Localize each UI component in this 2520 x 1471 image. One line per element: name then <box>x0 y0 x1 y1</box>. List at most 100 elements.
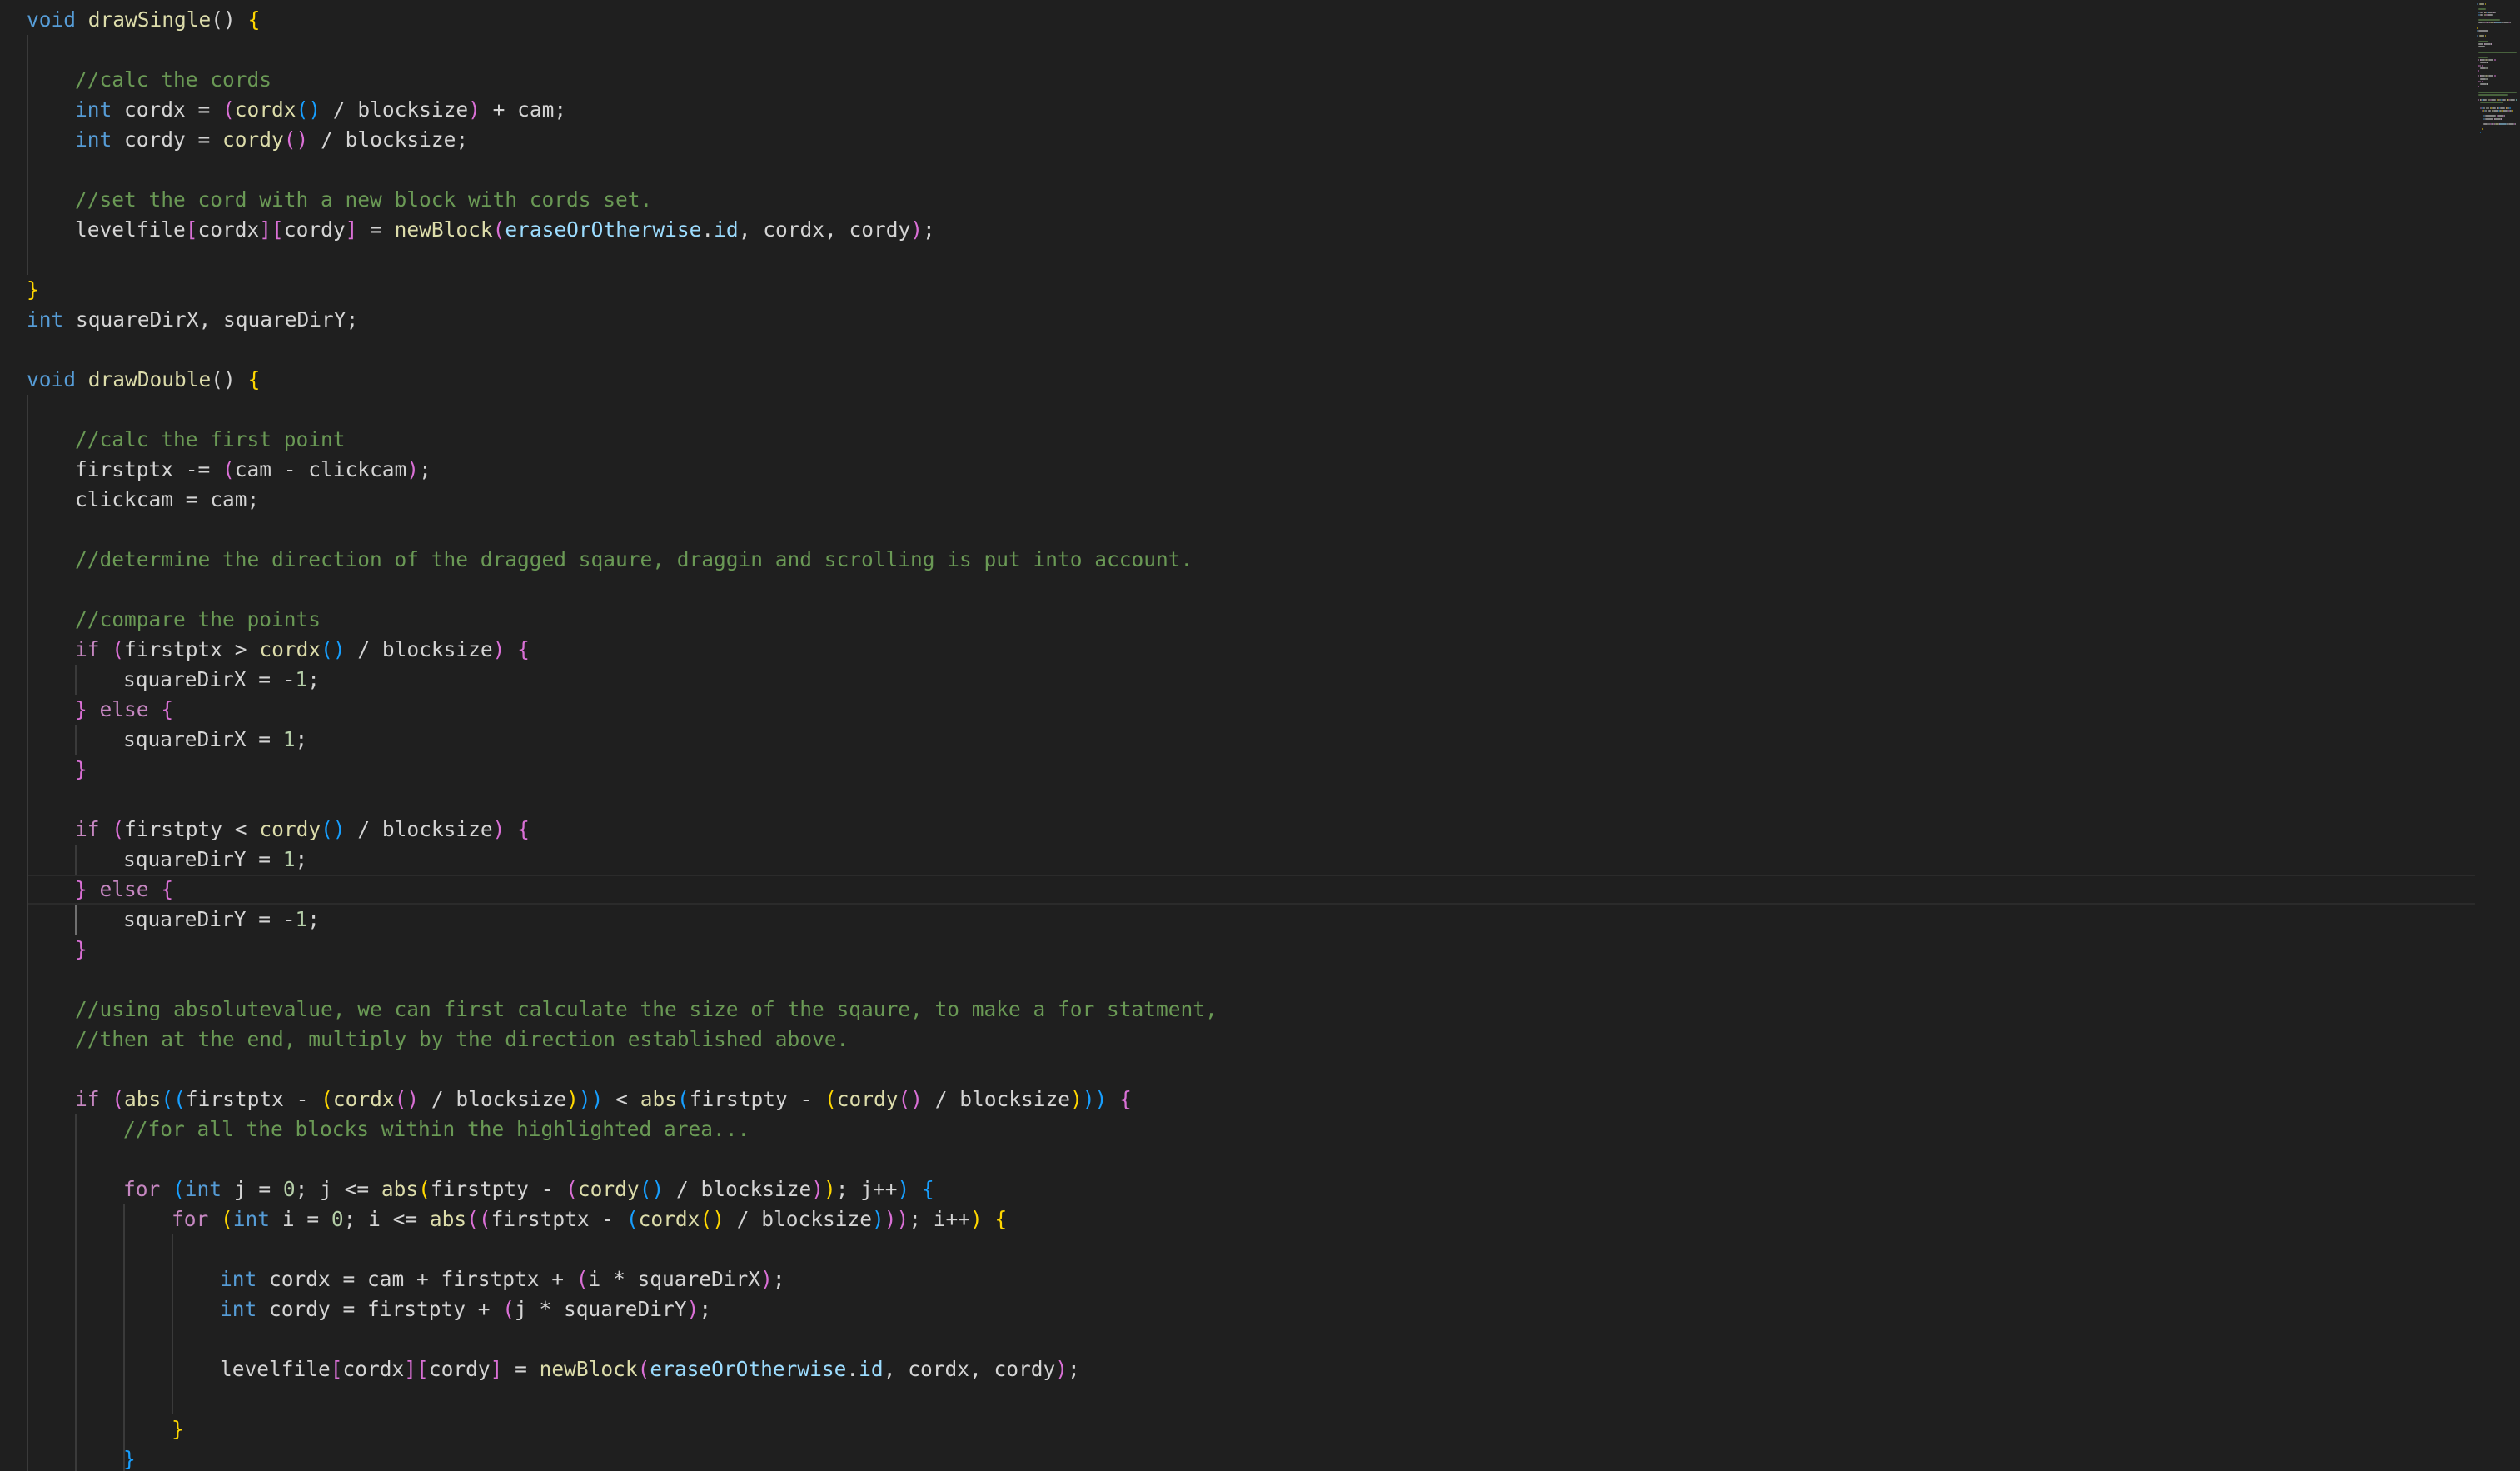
indent-guide <box>27 1384 28 1414</box>
code-token: . <box>846 1357 859 1381</box>
minimap-mark <box>2480 62 2487 64</box>
code-line[interactable]: } else { <box>27 695 2475 725</box>
indent-guide <box>27 725 28 755</box>
code-area[interactable]: void drawSingle() {//calc the cords int c… <box>27 5 2475 1471</box>
code-line[interactable]: int cordy = cordy() / blocksize; <box>27 125 2475 155</box>
indent-guide <box>75 1354 77 1384</box>
minimap-mark <box>2483 107 2486 109</box>
minimap-mark <box>2479 64 2482 67</box>
code-line[interactable]: int cordx = cam + firstptx + (i * square… <box>27 1264 2475 1294</box>
minimap[interactable] <box>2473 0 2520 1471</box>
code-line-text: int cordy = cordy() / blocksize; <box>75 125 468 155</box>
code-line[interactable]: } <box>27 755 2475 785</box>
indent-guide <box>123 1204 125 1234</box>
minimap-mark <box>2479 80 2482 82</box>
code-line[interactable]: //using absolutevalue, we can first calc… <box>27 995 2475 1025</box>
minimap-mark <box>2488 110 2491 112</box>
code-line[interactable]: } <box>27 1414 2475 1444</box>
indent-guide <box>123 1294 125 1324</box>
code-line[interactable]: if (firstptx > cordx() / blocksize) { <box>27 635 2475 665</box>
code-line[interactable]: //compare the points <box>27 605 2475 635</box>
code-line[interactable]: } <box>27 935 2475 965</box>
code-line[interactable] <box>27 35 2475 65</box>
minimap-mark <box>2478 46 2486 48</box>
code-line[interactable]: } <box>27 275 2475 305</box>
minimap-mark <box>2480 67 2486 69</box>
code-line[interactable]: int squareDirX, squareDirY; <box>27 305 2475 335</box>
code-line[interactable]: void drawDouble() { <box>27 365 2475 395</box>
code-line[interactable] <box>27 395 2475 425</box>
code-token: void <box>27 367 77 391</box>
code-line[interactable]: levelfile[cordx][cordy] = newBlock(erase… <box>27 1354 2475 1384</box>
indent-guide <box>27 1174 28 1204</box>
code-token: / blocksize <box>345 817 493 841</box>
code-token: //determine the direction of the dragged… <box>75 547 1193 571</box>
minimap-mark <box>2478 59 2480 62</box>
code-token: / blocksize <box>321 97 469 122</box>
code-line[interactable] <box>27 1234 2475 1264</box>
code-line[interactable]: levelfile[cordx][cordy] = newBlock(erase… <box>27 215 2475 245</box>
code-line[interactable] <box>27 1384 2475 1414</box>
code-line[interactable]: //set the cord with a new block with cor… <box>27 185 2475 215</box>
code-line[interactable]: for (int j = 0; j <= abs(firstpty - (cor… <box>27 1174 2475 1204</box>
code-line[interactable]: squareDirX = -1; <box>27 665 2475 695</box>
code-token: ; i++ <box>909 1207 971 1231</box>
code-line[interactable]: } else { <box>27 875 2475 905</box>
code-line[interactable]: int cordx = (cordx() / blocksize) + cam; <box>27 95 2475 125</box>
code-line[interactable] <box>27 575 2475 605</box>
minimap-mark <box>2500 107 2506 109</box>
minimap-mark <box>2484 3 2486 5</box>
code-token: ; j <= <box>295 1177 381 1201</box>
code-line[interactable]: squareDirY = -1; <box>27 905 2475 935</box>
code-line[interactable] <box>27 245 2475 275</box>
code-token: ) <box>492 817 505 841</box>
code-token: ) <box>686 1297 700 1321</box>
code-line[interactable] <box>27 155 2475 185</box>
minimap-mark <box>2486 107 2489 109</box>
code-line[interactable]: void drawSingle() { <box>27 5 2475 35</box>
code-line[interactable] <box>27 1144 2475 1174</box>
code-line[interactable]: clickcam = cam; <box>27 485 2475 515</box>
indent-guide <box>27 665 28 695</box>
minimap-mark <box>2478 30 2489 32</box>
code-line[interactable] <box>27 1055 2475 1085</box>
code-line[interactable]: for (int i = 0; i <= abs((firstptx - (co… <box>27 1204 2475 1234</box>
code-line[interactable]: //then at the end, multiply by the direc… <box>27 1025 2475 1055</box>
code-line[interactable]: //calc the first point <box>27 425 2475 455</box>
code-line[interactable] <box>27 515 2475 545</box>
code-token: 1 <box>295 907 308 931</box>
indent-guide <box>27 1144 28 1174</box>
code-line[interactable]: squareDirY = 1; <box>27 845 2475 875</box>
code-line[interactable]: //determine the direction of the dragged… <box>27 545 2475 575</box>
code-line[interactable]: //for all the blocks within the highligh… <box>27 1114 2475 1144</box>
code-line[interactable]: int cordy = firstpty + (j * squareDirY); <box>27 1294 2475 1324</box>
indent-guide <box>27 95 28 125</box>
code-token: drawSingle <box>87 7 212 32</box>
code-line[interactable]: firstptx -= (cam - clickcam); <box>27 455 2475 485</box>
code-line[interactable] <box>27 965 2475 995</box>
code-token: ) <box>566 1087 579 1111</box>
minimap-mark <box>2484 117 2493 120</box>
indent-guide <box>27 125 28 155</box>
code-line[interactable]: squareDirX = 1; <box>27 725 2475 755</box>
code-token: squareDirX = <box>123 727 283 751</box>
code-token: cordy <box>836 1087 899 1111</box>
code-editor[interactable]: void drawSingle() {//calc the cords int c… <box>0 0 2520 1471</box>
code-line[interactable] <box>27 1324 2475 1354</box>
code-line[interactable]: if (firstpty < cordy() / blocksize) { <box>27 815 2475 845</box>
code-line[interactable]: if (abs((firstptx - (cordx() / blocksize… <box>27 1085 2475 1114</box>
code-line[interactable]: //calc the cords <box>27 65 2475 95</box>
code-line[interactable]: } <box>27 1444 2475 1471</box>
code-token: //set the cord with a new block with cor… <box>75 187 653 212</box>
code-token: ) <box>970 1207 983 1231</box>
code-token: () <box>700 1207 725 1231</box>
code-token: newBlock <box>394 217 493 242</box>
minimap-mark <box>2478 91 2517 93</box>
code-line[interactable] <box>27 785 2475 815</box>
code-token: { <box>247 7 261 32</box>
code-token: int <box>232 1207 271 1231</box>
code-line[interactable] <box>27 335 2475 365</box>
code-line-text: int cordx = (cordx() / blocksize) + cam; <box>75 95 566 125</box>
